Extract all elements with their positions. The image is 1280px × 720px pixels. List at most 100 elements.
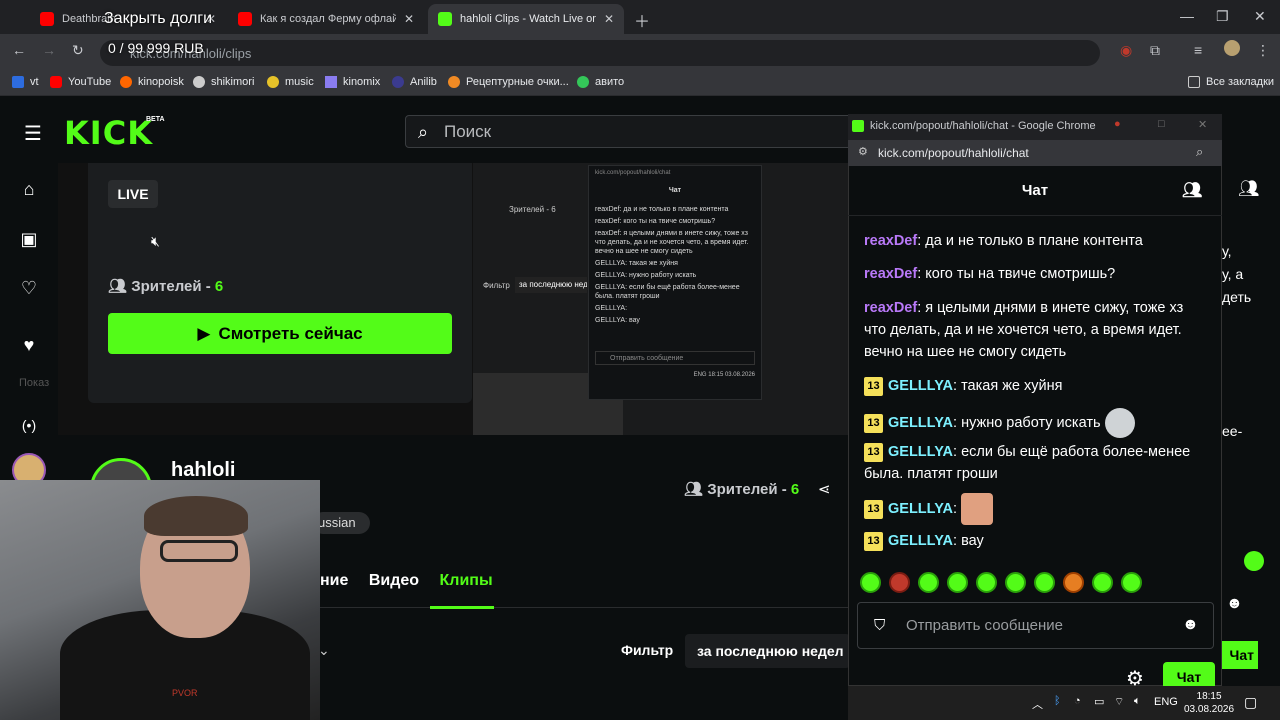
- youtube-icon: [40, 12, 54, 26]
- language-tag[interactable]: ussian: [312, 512, 370, 534]
- bookmark-vt[interactable]: vt: [12, 76, 39, 88]
- chat-message: 13 GELLLYA: такая же хуйня: [864, 375, 1204, 397]
- reload-icon[interactable]: ↻: [72, 42, 84, 59]
- popout-url-bar[interactable]: ⚙ kick.com/popout/hahloli/chat ⌕: [848, 140, 1222, 166]
- tab-videos[interactable]: Видео: [369, 572, 419, 589]
- play-icon: ▶: [197, 323, 211, 343]
- channel-name[interactable]: hahloli: [171, 459, 235, 482]
- filter-select[interactable]: за последнюю недел: [685, 634, 850, 668]
- address-bar[interactable]: kick.com/hahloli/clips: [100, 40, 1100, 66]
- kick-logo[interactable]: KICK: [64, 114, 153, 152]
- watch-now-button[interactable]: ▶ Смотреть сейчас: [108, 313, 452, 354]
- kick-icon: [852, 120, 864, 132]
- chat-message: 13 GELLLYA: нужно работу искать: [864, 408, 1204, 438]
- chat-message-input[interactable]: ⛉ Отправить сообщение ☻: [857, 602, 1214, 649]
- music-icon: [267, 76, 279, 88]
- emote-icon[interactable]: [860, 572, 881, 593]
- emote-icon[interactable]: [1034, 572, 1055, 593]
- chat-button-partial[interactable]: Чат: [1222, 641, 1258, 669]
- tab-clips[interactable]: Клипы: [440, 572, 493, 589]
- channel-tabs: ние Видео Клипы: [320, 572, 493, 590]
- tab-hahloli-clips[interactable]: hahloli Clips - Watch Live on Ki ✕: [428, 4, 624, 34]
- chat-message: reaxDef: да и не только в плане контента: [864, 233, 1143, 249]
- new-tab-icon[interactable]: ＋: [634, 8, 650, 32]
- mini-filter-value: за последнюю неделю: [515, 277, 587, 293]
- users-icon[interactable]: 👥︎: [1238, 179, 1260, 199]
- battery-icon[interactable]: ▭: [1094, 695, 1104, 708]
- bookmark-kinomix[interactable]: kinomix: [325, 76, 380, 88]
- sidebar-show-more[interactable]: Показ: [19, 377, 49, 389]
- emote-icon[interactable]: [889, 572, 910, 593]
- webcam-person-hair: [144, 496, 248, 536]
- hamburger-menu-icon[interactable]: ☰: [24, 121, 42, 146]
- bookmark-shikimori[interactable]: shikimori: [193, 76, 254, 88]
- emote-icon[interactable]: [1005, 572, 1026, 593]
- keyboard-language[interactable]: ENG: [1154, 696, 1178, 708]
- extensions-puzzle-icon[interactable]: ⧉: [1150, 42, 1160, 59]
- anilib-icon: [392, 76, 404, 88]
- channel-viewer-count: 👥︎ Зрителей - 6: [684, 481, 800, 498]
- zoom-icon[interactable]: ⌕: [1196, 144, 1203, 160]
- page-right-column: 👥︎ у, у, а деть ее- ☻ Чат: [1222, 163, 1280, 683]
- home-icon[interactable]: ⌂: [19, 179, 39, 199]
- emote-icon[interactable]: [1121, 572, 1142, 593]
- media-icon[interactable]: ≡: [1194, 42, 1202, 58]
- emoji-icon[interactable]: ☻: [1226, 595, 1243, 613]
- back-icon[interactable]: ←: [12, 42, 26, 58]
- taskbar-clock[interactable]: 18:15 03.08.2026: [1184, 690, 1234, 716]
- wifi-icon[interactable]: ⌔: [1114, 695, 1124, 709]
- maximize-icon[interactable]: ❐: [1216, 8, 1229, 25]
- users-icon[interactable]: 👥︎: [1182, 166, 1202, 216]
- close-window-icon[interactable]: ✕: [1254, 8, 1266, 25]
- emote-icon[interactable]: [1063, 572, 1084, 593]
- users-icon: 👥︎: [108, 278, 128, 295]
- close-icon[interactable]: ✕: [604, 12, 614, 26]
- tray-chevron-icon[interactable]: ︿: [1032, 696, 1043, 712]
- emote-icon[interactable]: [947, 572, 968, 593]
- emote-icon[interactable]: [1244, 551, 1264, 571]
- bookmark-music[interactable]: music: [267, 76, 314, 88]
- minimize-icon[interactable]: —: [1180, 8, 1194, 24]
- maximize-icon[interactable]: □: [1158, 118, 1165, 130]
- close-icon[interactable]: ✕: [1198, 118, 1207, 131]
- volume-icon[interactable]: 🔈︎: [1134, 695, 1141, 708]
- forward-icon[interactable]: →: [42, 42, 56, 58]
- menu-kebab-icon[interactable]: ⋮: [1256, 42, 1270, 59]
- bookmark-youtube[interactable]: YouTube: [50, 76, 111, 88]
- kinomix-icon: [325, 76, 337, 88]
- favorites-heart-icon[interactable]: ♥: [19, 335, 39, 355]
- stream-overlay-goal-progress: 0 / 99 999 RUB: [108, 40, 204, 56]
- chat-fragment: ее-: [1222, 423, 1243, 439]
- subscriber-badge: 13: [864, 413, 883, 433]
- browse-icon[interactable]: ▣: [19, 229, 39, 249]
- tab-ferma[interactable]: Как я создал Ферму офлайн а ✕: [228, 4, 424, 34]
- cat-emote: [1104, 408, 1135, 438]
- emote-icon[interactable]: [918, 572, 939, 593]
- youtube-icon: [50, 76, 62, 88]
- following-heart-icon[interactable]: ♡: [19, 278, 39, 298]
- live-radio-icon[interactable]: (•): [19, 415, 39, 435]
- notifications-icon[interactable]: ▢: [1244, 694, 1257, 711]
- all-bookmarks[interactable]: Все закладки: [1188, 76, 1274, 88]
- bluetooth-icon[interactable]: ᛒ: [1054, 695, 1061, 707]
- bookmark-avito[interactable]: авито: [577, 76, 624, 88]
- quick-emote-row: [860, 572, 1142, 593]
- bookmark-ochki[interactable]: Рецептурные очки...: [448, 76, 569, 88]
- tab-about[interactable]: ние: [320, 572, 348, 589]
- network-icon[interactable]: ◔: [1074, 695, 1081, 707]
- share-icon[interactable]: ⋖: [818, 480, 831, 498]
- bookmark-anilib[interactable]: Anilib: [392, 76, 437, 88]
- extension-icon[interactable]: ◉: [1120, 42, 1132, 59]
- site-settings-icon[interactable]: ⚙: [858, 145, 868, 158]
- popout-title-bar: kick.com/popout/hahloli/chat - Google Ch…: [848, 114, 1222, 140]
- emote-icon[interactable]: [976, 572, 997, 593]
- emoji-icon[interactable]: ☻: [1182, 616, 1199, 634]
- close-icon[interactable]: ✕: [404, 12, 414, 26]
- search-input[interactable]: ⌕ Поиск: [405, 115, 865, 148]
- shield-icon[interactable]: ⛉: [874, 617, 885, 634]
- bookmark-kinopoisk[interactable]: kinopoisk: [120, 76, 184, 88]
- muted-speaker-icon[interactable]: 🔇︎: [151, 233, 160, 250]
- bookmark-icon: [12, 76, 24, 88]
- emote-icon[interactable]: [1092, 572, 1113, 593]
- profile-avatar[interactable]: [1224, 40, 1240, 56]
